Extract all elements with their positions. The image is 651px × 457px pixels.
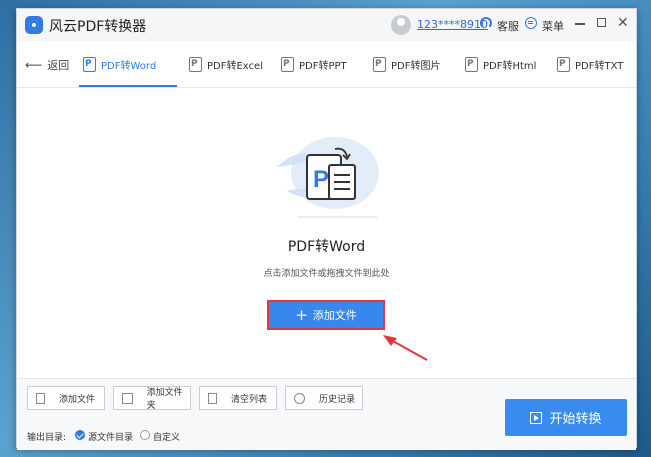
title-bar: 风云PDF转换器 123****8910 客服 菜单 ✕ [17,9,636,42]
tab-label: PDF转图片 [391,60,441,72]
file-icon [36,392,45,404]
custom-dir-radio-label[interactable]: 自定义 [153,430,180,443]
tool-label: 清空列表 [231,394,268,405]
tab-pdf-to-word[interactable]: PDF转Word [75,41,181,87]
play-icon [530,411,543,424]
menu-button[interactable]: 菜单 [542,18,564,34]
pdf-doc-icon [465,56,478,72]
username-link[interactable]: 123****8910 [417,18,488,31]
add-file-button[interactable]: + 添加文件 [267,300,385,330]
page-title: PDF转Word [287,239,366,255]
app-window: 风云PDF转换器 123****8910 客服 菜单 ✕ ⟵ 返回 PDF转Wor… [16,8,637,450]
tool-label: 添加文件夹 [146,388,183,411]
menu-icon[interactable] [525,17,537,29]
tab-pdf-to-txt[interactable]: PDF转TXT [549,41,639,87]
start-convert-button[interactable]: 开始转换 [505,399,627,436]
conversion-nav: ⟵ 返回 PDF转Word PDF转Excel PDF转PPT PDF转图片 PD… [17,41,636,88]
pdf-doc-icon [83,56,96,72]
tab-label: PDF转Html [483,60,537,72]
app-logo-icon [25,16,43,34]
tab-label: PDF转PPT [299,60,347,72]
pdf-to-word-illustration-icon: P [277,137,379,218]
tool-label: 历史记录 [319,394,356,405]
tab-bar: PDF转Word PDF转Excel PDF转PPT PDF转图片 PDF转Ht… [75,41,639,87]
app-title: 风云PDF转换器 [49,19,147,35]
clock-icon [294,392,305,404]
pdf-doc-icon [373,56,386,72]
add-file-tool-button[interactable]: 添加文件 [27,386,105,410]
trash-icon [208,392,217,404]
plus-icon: + [295,306,308,324]
pdf-doc-icon [189,56,202,72]
close-button[interactable]: ✕ [617,16,629,30]
pdf-doc-icon [281,56,294,72]
pdf-doc-icon [557,56,570,72]
add-folder-button[interactable]: 添加文件夹 [113,386,191,411]
svg-text:P: P [313,166,329,193]
output-directory-label: 输出目录: [27,433,67,443]
tab-pdf-to-html[interactable]: PDF转Html [457,41,549,87]
headset-icon[interactable] [480,17,492,29]
drop-hint: 点击添加文件或拖拽文件到此处 [263,269,390,279]
tool-label: 添加文件 [59,394,96,405]
tab-label: PDF转Excel [207,60,263,72]
tab-pdf-to-image[interactable]: PDF转图片 [365,41,457,87]
back-button-label: 返回 [47,59,70,72]
avatar[interactable] [391,15,411,35]
back-button[interactable]: ⟵ 返回 [25,57,69,73]
arrow-left-icon: ⟵ [25,58,43,72]
drop-zone[interactable]: P PDF转Word 点击添加文件或拖拽文件到此处 + 添加文件 [17,88,636,378]
red-arrow-annotation-icon [383,335,428,361]
tab-pdf-to-excel[interactable]: PDF转Excel [181,41,273,87]
add-file-button-label: 添加文件 [312,309,357,322]
bottom-toolbar: 添加文件 添加文件夹 清空列表 历史记录 输出目录: 源文件目录 自定义 开始转… [17,378,636,450]
source-dir-radio-label[interactable]: 源文件目录 [88,430,133,443]
customer-service-button[interactable]: 客服 [497,18,519,34]
tab-label: PDF转TXT [575,60,624,72]
maximize-button[interactable] [597,18,606,27]
custom-dir-radio[interactable] [140,430,150,440]
start-convert-label: 开始转换 [549,412,602,427]
minimize-button[interactable] [575,23,585,25]
history-button[interactable]: 历史记录 [285,386,363,410]
tab-pdf-to-ppt[interactable]: PDF转PPT [273,41,365,87]
clear-list-button[interactable]: 清空列表 [199,386,277,410]
folder-icon [122,392,133,404]
tab-label: PDF转Word [101,60,157,72]
source-dir-radio[interactable] [75,430,85,440]
